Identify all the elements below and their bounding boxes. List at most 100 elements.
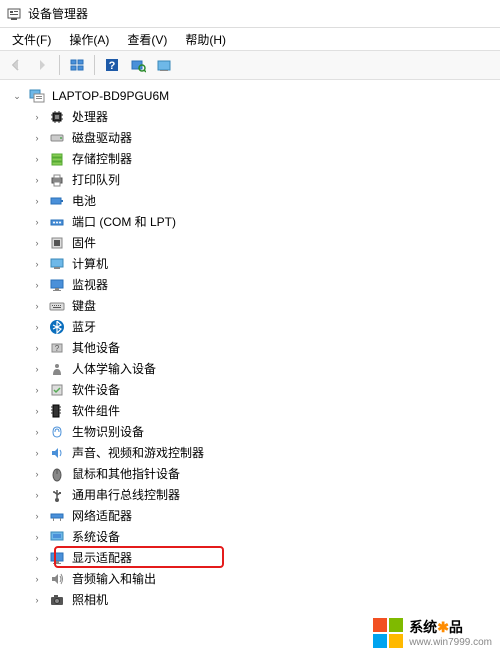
tree-item-processor[interactable]: › 处理器 [30, 106, 496, 127]
tree-item-sound[interactable]: › 声音、视频和游戏控制器 [30, 442, 496, 463]
tree-item-bluetooth[interactable]: › 蓝牙 [30, 316, 496, 337]
collapse-icon[interactable]: ⌄ [10, 91, 24, 102]
software-icon [48, 381, 66, 399]
display-icon [48, 549, 66, 567]
expand-icon[interactable]: › [30, 385, 44, 395]
expand-icon[interactable]: › [30, 574, 44, 584]
item-label: 网络适配器 [70, 506, 134, 525]
component-icon [48, 402, 66, 420]
usb-icon [48, 486, 66, 504]
menu-help[interactable]: 帮助(H) [177, 29, 234, 50]
tree-item-software[interactable]: › 软件设备 [30, 379, 496, 400]
expand-icon[interactable]: › [30, 595, 44, 605]
mouse-icon [48, 465, 66, 483]
device-tree[interactable]: ⌄ LAPTOP-BD9PGU6M › 处理器 › 磁盘驱动器 › 存储控制器 … [0, 80, 500, 654]
tree-item-battery[interactable]: › 电池 [30, 190, 496, 211]
expand-icon[interactable]: › [30, 301, 44, 311]
tree-root-node[interactable]: ⌄ LAPTOP-BD9PGU6M [10, 86, 496, 106]
expand-icon[interactable]: › [30, 427, 44, 437]
expand-icon[interactable]: › [30, 133, 44, 143]
tree-item-storage[interactable]: › 存储控制器 [30, 148, 496, 169]
tree-item-biometric[interactable]: › 生物识别设备 [30, 421, 496, 442]
menu-action[interactable]: 操作(A) [61, 29, 117, 50]
expand-icon[interactable]: › [30, 259, 44, 269]
expand-icon[interactable]: › [30, 217, 44, 227]
storage-icon [48, 150, 66, 168]
expand-icon[interactable]: › [30, 343, 44, 353]
expand-icon[interactable]: › [30, 322, 44, 332]
expand-icon[interactable]: › [30, 406, 44, 416]
item-label: 磁盘驱动器 [70, 128, 134, 147]
tree-item-firmware[interactable]: › 固件 [30, 232, 496, 253]
biometric-icon [48, 423, 66, 441]
watermark-brand: 系统✱品 [409, 617, 492, 637]
tree-item-system[interactable]: › 系统设备 [30, 526, 496, 547]
expand-icon[interactable]: › [30, 238, 44, 248]
expand-icon[interactable]: › [30, 175, 44, 185]
back-button [4, 53, 28, 77]
tree-item-other[interactable]: › ? 其他设备 [30, 337, 496, 358]
firmware-icon [48, 234, 66, 252]
tree-item-audio[interactable]: › 音频输入和输出 [30, 568, 496, 589]
expand-icon[interactable]: › [30, 490, 44, 500]
other-icon: ? [48, 339, 66, 357]
tree-item-network[interactable]: › 网络适配器 [30, 505, 496, 526]
expand-icon[interactable]: › [30, 532, 44, 542]
item-label: 存储控制器 [70, 149, 134, 168]
tree-item-keyboard[interactable]: › 键盘 [30, 295, 496, 316]
computer-icon [48, 255, 66, 273]
item-label: 显示适配器 [70, 548, 134, 567]
tree-item-monitor[interactable]: › 监视器 [30, 274, 496, 295]
tree-item-component[interactable]: › 软件组件 [30, 400, 496, 421]
toolbar-separator [94, 55, 95, 75]
root-label: LAPTOP-BD9PGU6M [50, 88, 171, 104]
item-label: 蓝牙 [70, 317, 98, 336]
system-icon [48, 528, 66, 546]
expand-icon[interactable]: › [30, 448, 44, 458]
item-label: 通用串行总线控制器 [70, 485, 182, 504]
watermark: 系统✱品 www.win7999.com [365, 611, 500, 654]
toolbar: ? [0, 50, 500, 80]
menu-bar: 文件(F) 操作(A) 查看(V) 帮助(H) [0, 28, 500, 50]
app-icon [6, 6, 22, 22]
item-label: 电池 [70, 191, 98, 210]
tree-item-hid[interactable]: › 人体学输入设备 [30, 358, 496, 379]
item-label: 软件设备 [70, 380, 122, 399]
tree-item-camera[interactable]: › 照相机 [30, 589, 496, 610]
expand-icon[interactable]: › [30, 196, 44, 206]
scan-button[interactable] [126, 53, 150, 77]
properties-button[interactable] [152, 53, 176, 77]
show-hidden-button[interactable] [65, 53, 89, 77]
disk-icon [48, 129, 66, 147]
menu-file[interactable]: 文件(F) [4, 29, 59, 50]
expand-icon[interactable]: › [30, 469, 44, 479]
tree-item-usb[interactable]: › 通用串行总线控制器 [30, 484, 496, 505]
sound-icon [48, 444, 66, 462]
expand-icon[interactable]: › [30, 112, 44, 122]
item-label: 人体学输入设备 [70, 359, 158, 378]
camera-icon [48, 591, 66, 609]
network-icon [48, 507, 66, 525]
item-label: 其他设备 [70, 338, 122, 357]
keyboard-icon [48, 297, 66, 315]
item-label: 软件组件 [70, 401, 122, 420]
tree-item-mouse[interactable]: › 鼠标和其他指针设备 [30, 463, 496, 484]
tree-item-port[interactable]: › 端口 (COM 和 LPT) [30, 211, 496, 232]
expand-icon[interactable]: › [30, 364, 44, 374]
menu-view[interactable]: 查看(V) [119, 29, 175, 50]
tree-item-display[interactable]: › 显示适配器 [30, 547, 496, 568]
expand-icon[interactable]: › [30, 553, 44, 563]
svg-text:?: ? [109, 60, 116, 72]
bluetooth-icon [48, 318, 66, 336]
printer-icon [48, 171, 66, 189]
windows-logo-icon [373, 618, 403, 648]
expand-icon[interactable]: › [30, 280, 44, 290]
item-label: 声音、视频和游戏控制器 [70, 443, 206, 462]
port-icon [48, 213, 66, 231]
tree-item-computer[interactable]: › 计算机 [30, 253, 496, 274]
tree-item-printer[interactable]: › 打印队列 [30, 169, 496, 190]
expand-icon[interactable]: › [30, 511, 44, 521]
expand-icon[interactable]: › [30, 154, 44, 164]
tree-item-disk[interactable]: › 磁盘驱动器 [30, 127, 496, 148]
help-button[interactable]: ? [100, 53, 124, 77]
